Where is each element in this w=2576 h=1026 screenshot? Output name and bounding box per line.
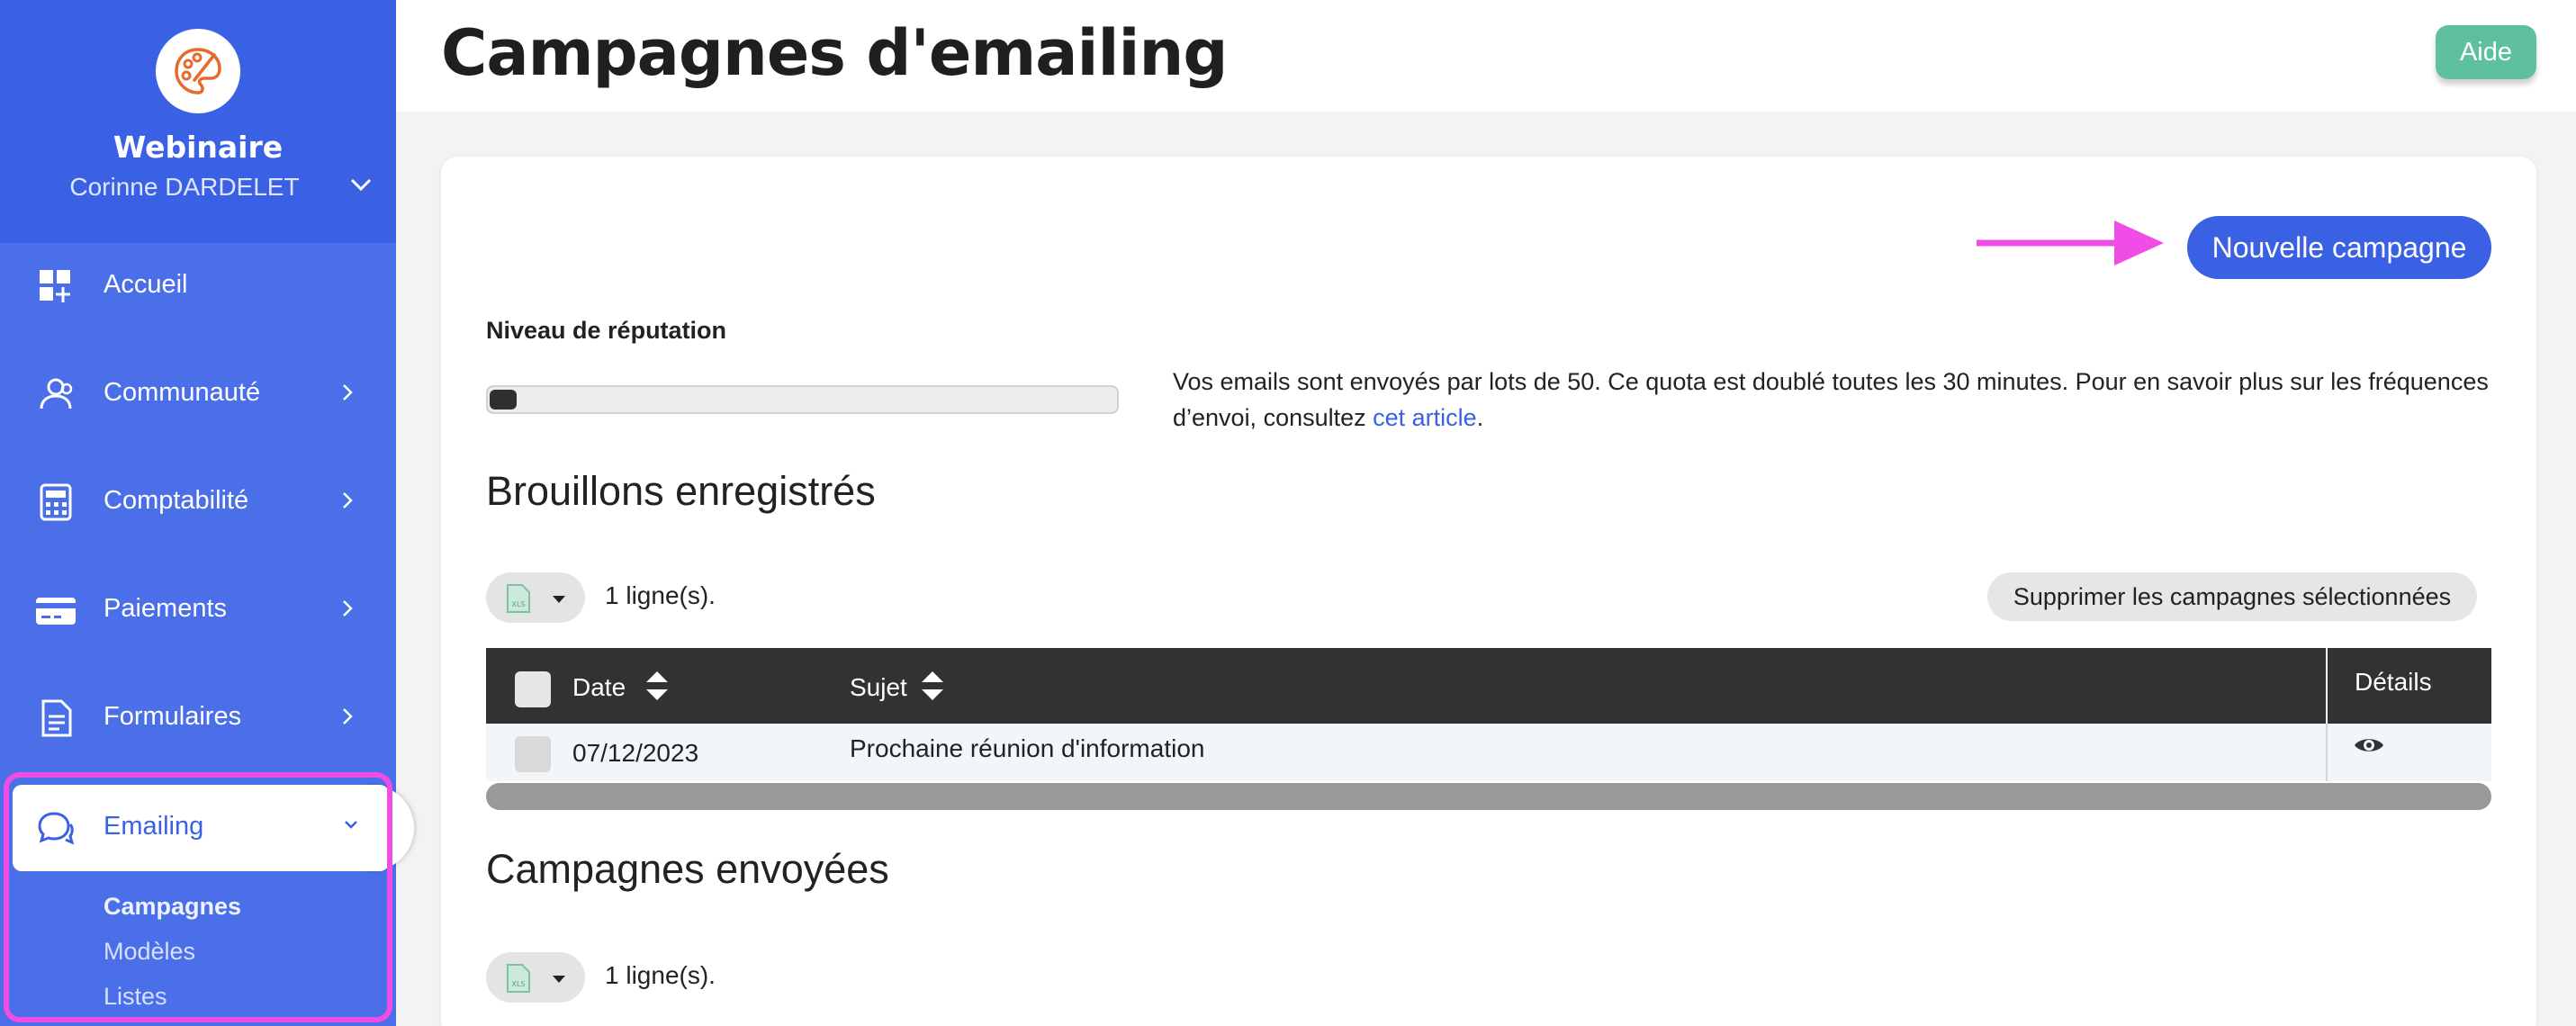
chevron-down-icon[interactable] bbox=[349, 176, 373, 193]
sending-info-text: Vos emails sont envoyés par lots de 50. … bbox=[1173, 364, 2496, 436]
page-title: Campagnes d'emailing bbox=[441, 16, 1228, 90]
sidebar-item-label: Paiements bbox=[104, 594, 228, 623]
highlight-box bbox=[4, 772, 392, 1022]
reputation-bar bbox=[486, 385, 1119, 414]
info-text-end: . bbox=[1476, 404, 1484, 431]
column-date[interactable]: Date bbox=[572, 673, 626, 702]
credit-card-icon bbox=[36, 598, 76, 625]
delete-selected-button[interactable]: Supprimer les campagnes sélectionnées bbox=[1987, 572, 2477, 621]
sort-icon[interactable] bbox=[920, 670, 945, 702]
caret-down-icon bbox=[553, 976, 565, 983]
column-subject[interactable]: Sujet bbox=[850, 673, 907, 702]
arrow-right-icon bbox=[1977, 220, 2164, 266]
select-all-checkbox[interactable] bbox=[515, 671, 551, 707]
sidebar-item-label: Accueil bbox=[104, 270, 188, 299]
svg-text:XLS: XLS bbox=[511, 600, 525, 608]
sort-icon[interactable] bbox=[644, 670, 670, 702]
table-row: 07/12/2023 Prochaine réunion d'informati… bbox=[486, 724, 2491, 781]
drafts-title: Brouillons enregistrés bbox=[486, 468, 876, 514]
info-text: Vos emails sont envoyés par lots de 50. … bbox=[1173, 368, 2489, 431]
export-button[interactable]: XLS bbox=[486, 952, 585, 1003]
user-name[interactable]: Corinne DARDELET bbox=[0, 173, 369, 202]
help-button[interactable]: Aide bbox=[2436, 25, 2536, 79]
sent-title: Campagnes envoyées bbox=[486, 846, 889, 892]
sidebar-item-formulaires[interactable]: Formulaires bbox=[0, 675, 396, 761]
org-name: Webinaire bbox=[113, 130, 284, 165]
sidebar-item-communaute[interactable]: Communauté bbox=[0, 351, 396, 437]
horizontal-scrollbar[interactable] bbox=[486, 783, 2491, 810]
calculator-icon bbox=[40, 483, 72, 521]
chevron-right-icon bbox=[343, 492, 353, 508]
chevron-right-icon bbox=[343, 708, 353, 724]
row-checkbox[interactable] bbox=[515, 736, 551, 772]
sidebar-item-comptabilite[interactable]: Comptabilité bbox=[0, 459, 396, 545]
new-campaign-button[interactable]: Nouvelle campagne bbox=[2187, 216, 2491, 279]
sidebar: Webinaire Corinne DARDELET Accueil Commu… bbox=[0, 0, 414, 1026]
sidebar-item-label: Communauté bbox=[104, 378, 261, 407]
column-divider bbox=[2326, 724, 2328, 781]
sidebar-header: Webinaire Corinne DARDELET bbox=[0, 0, 396, 243]
chevron-right-icon bbox=[343, 600, 353, 616]
column-divider bbox=[2326, 648, 2328, 724]
row-subject: Prochaine réunion d'information bbox=[850, 734, 1205, 762]
sidebar-item-paiements[interactable]: Paiements bbox=[0, 567, 396, 653]
sidebar-item-accueil[interactable]: Accueil bbox=[0, 243, 396, 329]
drafts-row-count: 1 ligne(s). bbox=[605, 581, 716, 609]
document-icon bbox=[41, 699, 72, 737]
reputation-label: Niveau de réputation bbox=[486, 317, 727, 344]
palette-logo-icon bbox=[156, 29, 240, 113]
dashboard-icon bbox=[40, 270, 70, 302]
sidebar-item-label: Formulaires bbox=[104, 702, 242, 731]
article-link[interactable]: cet article bbox=[1373, 404, 1477, 431]
sent-row-count: 1 ligne(s). bbox=[605, 961, 716, 989]
drafts-table-header: Date Sujet Détails bbox=[486, 648, 2491, 724]
svg-text:XLS: XLS bbox=[511, 980, 525, 988]
row-date: 07/12/2023 bbox=[572, 739, 699, 767]
sidebar-item-label: Comptabilité bbox=[104, 486, 249, 515]
users-icon bbox=[40, 378, 73, 410]
export-button[interactable]: XLS bbox=[486, 572, 585, 623]
caret-down-icon bbox=[553, 596, 565, 603]
column-details: Détails bbox=[2355, 668, 2432, 696]
reputation-bar-fill bbox=[490, 390, 517, 410]
eye-icon[interactable] bbox=[2353, 734, 2385, 756]
xls-file-icon: XLS bbox=[507, 964, 530, 993]
xls-file-icon: XLS bbox=[507, 584, 530, 613]
chevron-right-icon bbox=[343, 384, 353, 400]
